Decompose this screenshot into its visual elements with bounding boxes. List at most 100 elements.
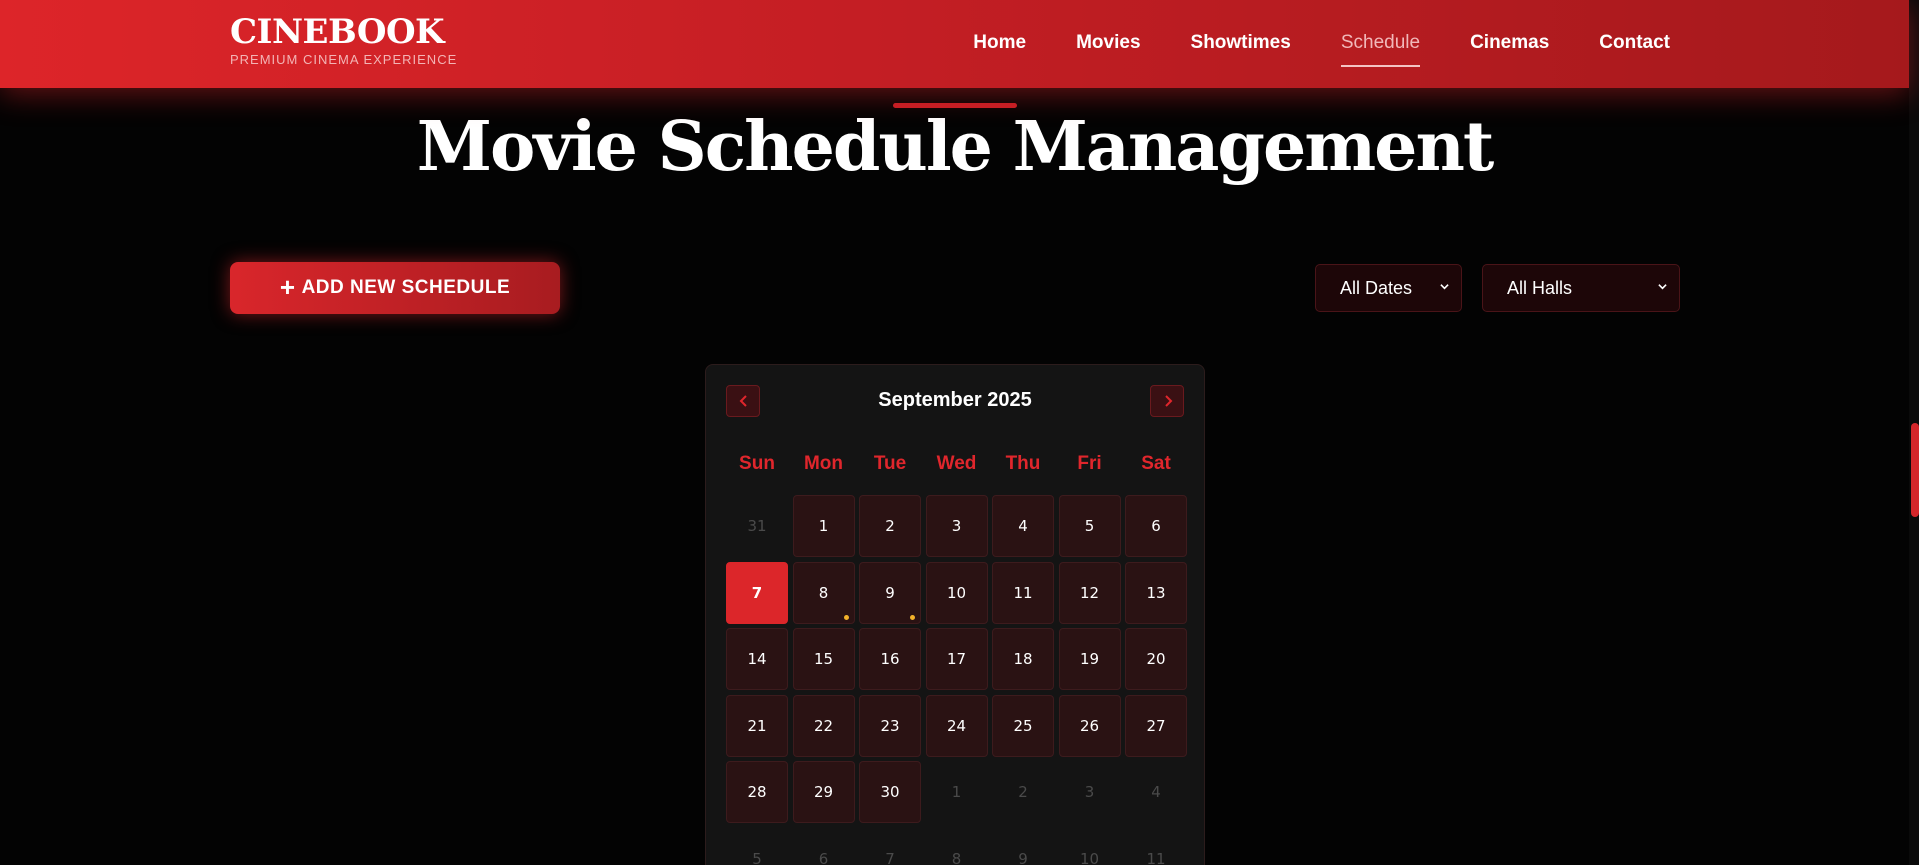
calendar-day[interactable]: 12 — [1058, 561, 1121, 624]
calendar-day[interactable]: 4 — [992, 495, 1054, 557]
calendar-day[interactable]: 21 — [726, 694, 788, 757]
calendar-day[interactable]: 6 — [1125, 495, 1187, 557]
calendar-day[interactable]: 16 — [859, 628, 921, 690]
calendar-day[interactable]: 29 — [792, 761, 855, 823]
weekday-header: Fri — [1077, 453, 1102, 474]
calendar-day-number: 27 — [1146, 716, 1166, 735]
weekday-header: Sat — [1141, 453, 1171, 474]
calendar-day-number: 7 — [885, 849, 895, 865]
weekday-header: Mon — [803, 453, 844, 474]
calendar-day-number: 8 — [951, 849, 962, 865]
calendar-day-number: 30 — [880, 783, 900, 801]
nav-home[interactable]: Home — [973, 32, 1026, 54]
chevron-right-icon — [1165, 395, 1173, 407]
calendar-day[interactable]: 24 — [925, 694, 988, 757]
calendar-day-number: 22 — [813, 716, 834, 735]
date-filter-select[interactable]: All Dates — [1315, 264, 1462, 312]
brand-logo-text[interactable]: CINEBOOK — [230, 12, 457, 52]
calendar-day-outside-month: 31 — [726, 495, 788, 557]
calendar-day-outside-month: 10 — [1059, 828, 1121, 865]
chevron-down-icon — [1658, 284, 1667, 290]
calendar-day[interactable]: 14 — [726, 628, 788, 690]
nav-movies[interactable]: Movies — [1076, 32, 1140, 54]
calendar-day-outside-month: 1 — [926, 761, 988, 823]
calendar-day[interactable]: 28 — [726, 761, 788, 823]
brand-tagline: PREMIUM CINEMA EXPERIENCE — [230, 52, 458, 67]
calendar-day[interactable]: 18 — [992, 628, 1054, 690]
calendar-day[interactable]: 15 — [792, 628, 855, 690]
weekday-header: Tue — [873, 453, 907, 474]
calendar-day-number: 31 — [747, 517, 767, 535]
calendar-day[interactable]: 20 — [1125, 628, 1187, 690]
calendar-day-number: 26 — [1079, 716, 1100, 735]
calendar-day[interactable]: 19 — [1058, 628, 1121, 690]
calendar-day[interactable]: 27 — [1125, 694, 1187, 757]
calendar-day-outside-month: 4 — [1125, 761, 1187, 823]
calendar-day-number: 14 — [747, 650, 767, 668]
schedule-indicator-dot — [843, 614, 849, 620]
weekday-header: Sun — [739, 453, 775, 474]
calendar-day-number: 7 — [751, 583, 763, 602]
calendar-day-number: 12 — [1079, 583, 1100, 602]
calendar-day[interactable]: 10 — [925, 561, 988, 624]
calendar-day[interactable]: 5 — [1058, 495, 1121, 557]
calendar-day[interactable]: 25 — [992, 694, 1054, 757]
calendar-day-number: 23 — [880, 716, 900, 735]
add-new-schedule-button[interactable]: + ADD NEW SCHEDULE — [230, 262, 560, 314]
date-filter-value: All Dates — [1340, 277, 1413, 298]
calendar-day-number: 18 — [1013, 650, 1033, 668]
calendar-day-number: 28 — [747, 783, 767, 801]
calendar-month-label: September 2025 — [878, 389, 1032, 411]
calendar-day-number: 8 — [818, 583, 829, 602]
calendar-day-number: 1 — [818, 517, 829, 535]
calendar-day-outside-month: 6 — [793, 828, 855, 865]
calendar-day-number: 19 — [1079, 650, 1100, 668]
nav-contact[interactable]: Contact — [1599, 32, 1670, 54]
calendar-day-outside-month: 5 — [726, 828, 788, 865]
calendar-day[interactable]: 30 — [859, 761, 921, 823]
scrollbar-thumb[interactable] — [1911, 423, 1919, 517]
brand[interactable]: CINEBOOK PREMIUM CINEMA EXPERIENCE — [230, 12, 457, 67]
weekday-header: Thu — [1005, 453, 1041, 474]
next-month-button[interactable] — [1150, 385, 1184, 417]
calendar-day[interactable]: 17 — [925, 628, 988, 690]
calendar-day-number: 21 — [747, 716, 767, 735]
page-title: Movie Schedule Management — [416, 107, 1495, 187]
calendar-day[interactable]: 3 — [925, 495, 988, 557]
calendar-day-outside-month: 9 — [992, 828, 1054, 865]
calendar-day-number: 29 — [813, 783, 834, 801]
hall-filter-select[interactable]: All Halls — [1482, 264, 1680, 312]
calendar-day[interactable]: 1 — [792, 495, 855, 557]
calendar-day-outside-month: 11 — [1125, 828, 1187, 865]
calendar-day[interactable]: 7 — [726, 561, 788, 624]
calendar-day-number: 3 — [951, 517, 962, 535]
nav-schedule[interactable]: Schedule — [1340, 32, 1421, 67]
page: CINEBOOK PREMIUM CINEMA EXPERIENCE Home … — [0, 0, 1919, 865]
calendar-day-number: 20 — [1146, 650, 1166, 668]
chevron-down-icon — [1440, 284, 1449, 290]
add-new-schedule-label: ADD NEW SCHEDULE — [301, 277, 511, 298]
calendar-day-number: 11 — [1146, 849, 1166, 865]
calendar-day[interactable]: 23 — [859, 694, 921, 757]
nav-showtimes[interactable]: Showtimes — [1191, 32, 1291, 54]
main-nav: Home Movies Showtimes Schedule Cinemas C… — [923, 32, 1670, 67]
calendar-day-number: 5 — [1084, 517, 1095, 535]
calendar-day-number: 4 — [1018, 517, 1028, 535]
calendar-day[interactable]: 22 — [792, 694, 855, 757]
calendar-day[interactable]: 9 — [859, 561, 921, 624]
calendar-day[interactable]: 11 — [992, 561, 1054, 624]
schedule-indicator-dot — [910, 614, 915, 620]
calendar-day-number: 5 — [752, 849, 762, 865]
schedule-calendar: September 2025 Sun Mon Tue Wed Thu Fri Sat 31 1 2… — [705, 364, 1205, 865]
calendar-day-number: 16 — [880, 650, 900, 668]
calendar-day-number: 1 — [951, 783, 962, 801]
calendar-day[interactable]: 13 — [1125, 561, 1187, 624]
calendar-day[interactable]: 8 — [792, 561, 855, 624]
calendar-day-outside-month: 3 — [1059, 761, 1121, 823]
nav-cinemas[interactable]: Cinemas — [1470, 32, 1549, 54]
calendar-day-number: 2 — [1018, 783, 1028, 801]
calendar-day-number: 17 — [946, 650, 967, 668]
hall-filter-value: All Halls — [1507, 277, 1573, 298]
calendar-day[interactable]: 26 — [1058, 694, 1121, 757]
calendar-day[interactable]: 2 — [859, 495, 921, 557]
